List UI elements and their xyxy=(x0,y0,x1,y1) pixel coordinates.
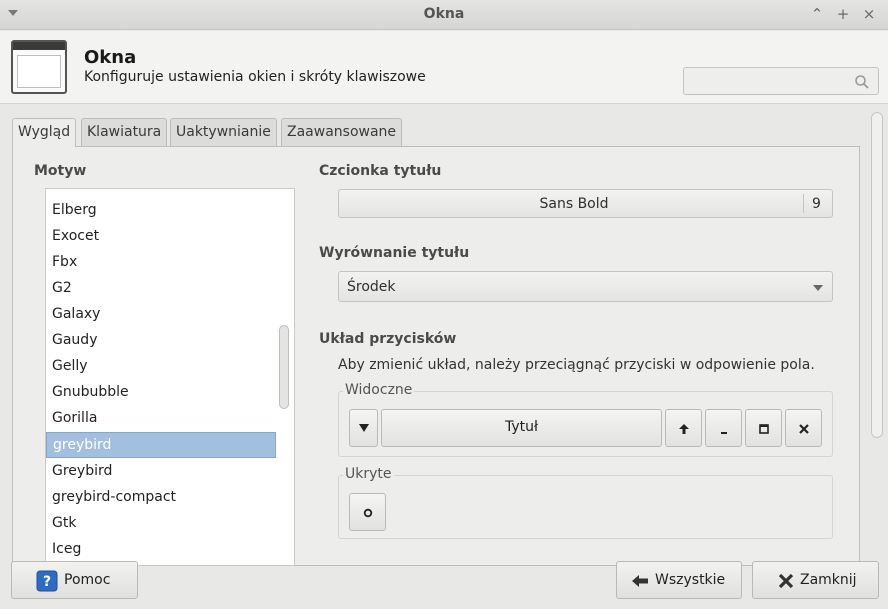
theme-label: Motyw xyxy=(34,163,87,179)
stick-button[interactable] xyxy=(665,409,702,447)
maximize-icon[interactable]: + xyxy=(834,4,852,24)
button-layout-label: Układ przycisków xyxy=(319,331,457,347)
theme-list-scrollbar[interactable] xyxy=(279,325,289,409)
list-item[interactable]: Gelly xyxy=(46,354,276,380)
title-button-label: Tytuł xyxy=(505,419,538,435)
hidden-shade-button[interactable] xyxy=(349,493,386,531)
maximize-icon xyxy=(758,424,769,434)
font-name: Sans Bold xyxy=(539,196,609,212)
menu-button[interactable] xyxy=(349,409,378,447)
window-titlebar: Okna ⌃ + × xyxy=(0,0,888,30)
window-app-icon xyxy=(11,40,67,94)
window-title: Okna xyxy=(423,6,465,22)
header-subtitle: Konfiguruje ustawienia okien i skróty kl… xyxy=(84,69,426,85)
close-icon xyxy=(798,424,809,434)
title-font-label: Czcionka tytułu xyxy=(319,163,442,179)
button-layout-description: Aby zmienić układ, należy przeciągnąć pr… xyxy=(338,357,815,373)
list-item[interactable]: Gaudy xyxy=(46,328,276,354)
list-item[interactable]: Galaxy xyxy=(46,302,276,328)
close-button[interactable] xyxy=(785,409,822,447)
outer-scrollbar[interactable] xyxy=(871,112,883,438)
title-alignment-label: Wyrównanie tytułu xyxy=(319,245,470,261)
all-settings-button[interactable]: Wszystkie xyxy=(616,561,742,599)
hidden-buttons-frame: Ukryte xyxy=(338,466,833,539)
tab-focus[interactable]: Uaktywnianie xyxy=(170,118,277,146)
tab-appearance[interactable]: Wygląd xyxy=(12,118,77,147)
arrow-up-icon xyxy=(678,424,689,434)
title-position-button[interactable]: Tytuł xyxy=(381,409,662,447)
tab-keyboard[interactable]: Klawiatura xyxy=(81,118,168,146)
chevron-down-icon xyxy=(813,285,823,291)
title-alignment-value: Środek xyxy=(347,279,396,295)
svg-text:?: ? xyxy=(43,574,51,590)
list-item[interactable]: Gorilla xyxy=(46,406,276,432)
help-label: Pomoc xyxy=(64,572,111,588)
minimize-icon xyxy=(720,432,727,434)
search-input[interactable] xyxy=(683,67,879,95)
help-button[interactable]: ? Pomoc xyxy=(11,561,138,599)
search-icon xyxy=(855,75,869,89)
list-item[interactable]: Fbx xyxy=(46,250,276,276)
list-item[interactable]: Exocet xyxy=(46,224,276,250)
list-item-selected[interactable]: greybird xyxy=(46,432,276,458)
list-item[interactable]: Greybird xyxy=(46,459,276,485)
list-item[interactable]: G2 xyxy=(46,276,276,302)
close-dialog-button[interactable]: Zamknij xyxy=(752,561,879,599)
hidden-label: Ukryte xyxy=(343,466,394,482)
list-item[interactable]: Iceg xyxy=(46,537,276,563)
help-icon: ? xyxy=(36,570,58,592)
minimize-icon[interactable]: ⌃ xyxy=(808,4,826,24)
circle-icon xyxy=(363,508,372,518)
theme-list[interactable]: Elberg Exocet Fbx G2 Galaxy Gaudy Gelly … xyxy=(45,188,295,566)
close-icon[interactable]: × xyxy=(860,4,878,24)
dialog-header: Okna Konfiguruje ustawienia okien i skró… xyxy=(0,31,888,104)
close-icon xyxy=(778,573,794,589)
visible-label: Widoczne xyxy=(343,382,415,398)
minimize-button[interactable] xyxy=(705,409,742,447)
list-item[interactable]: greybird-compact xyxy=(46,485,276,511)
maximize-button[interactable] xyxy=(745,409,782,447)
list-item[interactable]: Gnububble xyxy=(46,380,276,406)
triangle-down-icon xyxy=(358,424,369,432)
title-alignment-select[interactable]: Środek xyxy=(338,271,833,302)
header-title: Okna xyxy=(84,47,137,68)
title-font-button[interactable]: Sans Bold 9 xyxy=(338,189,833,218)
arrow-left-icon xyxy=(632,575,648,587)
all-settings-label: Wszystkie xyxy=(655,572,726,588)
font-size: 9 xyxy=(812,196,821,212)
list-item[interactable]: Elberg xyxy=(46,198,276,224)
list-item[interactable]: Gtk xyxy=(46,511,276,537)
tab-advanced[interactable]: Zaawansowane xyxy=(281,118,403,146)
close-dialog-label: Zamknij xyxy=(800,572,857,588)
